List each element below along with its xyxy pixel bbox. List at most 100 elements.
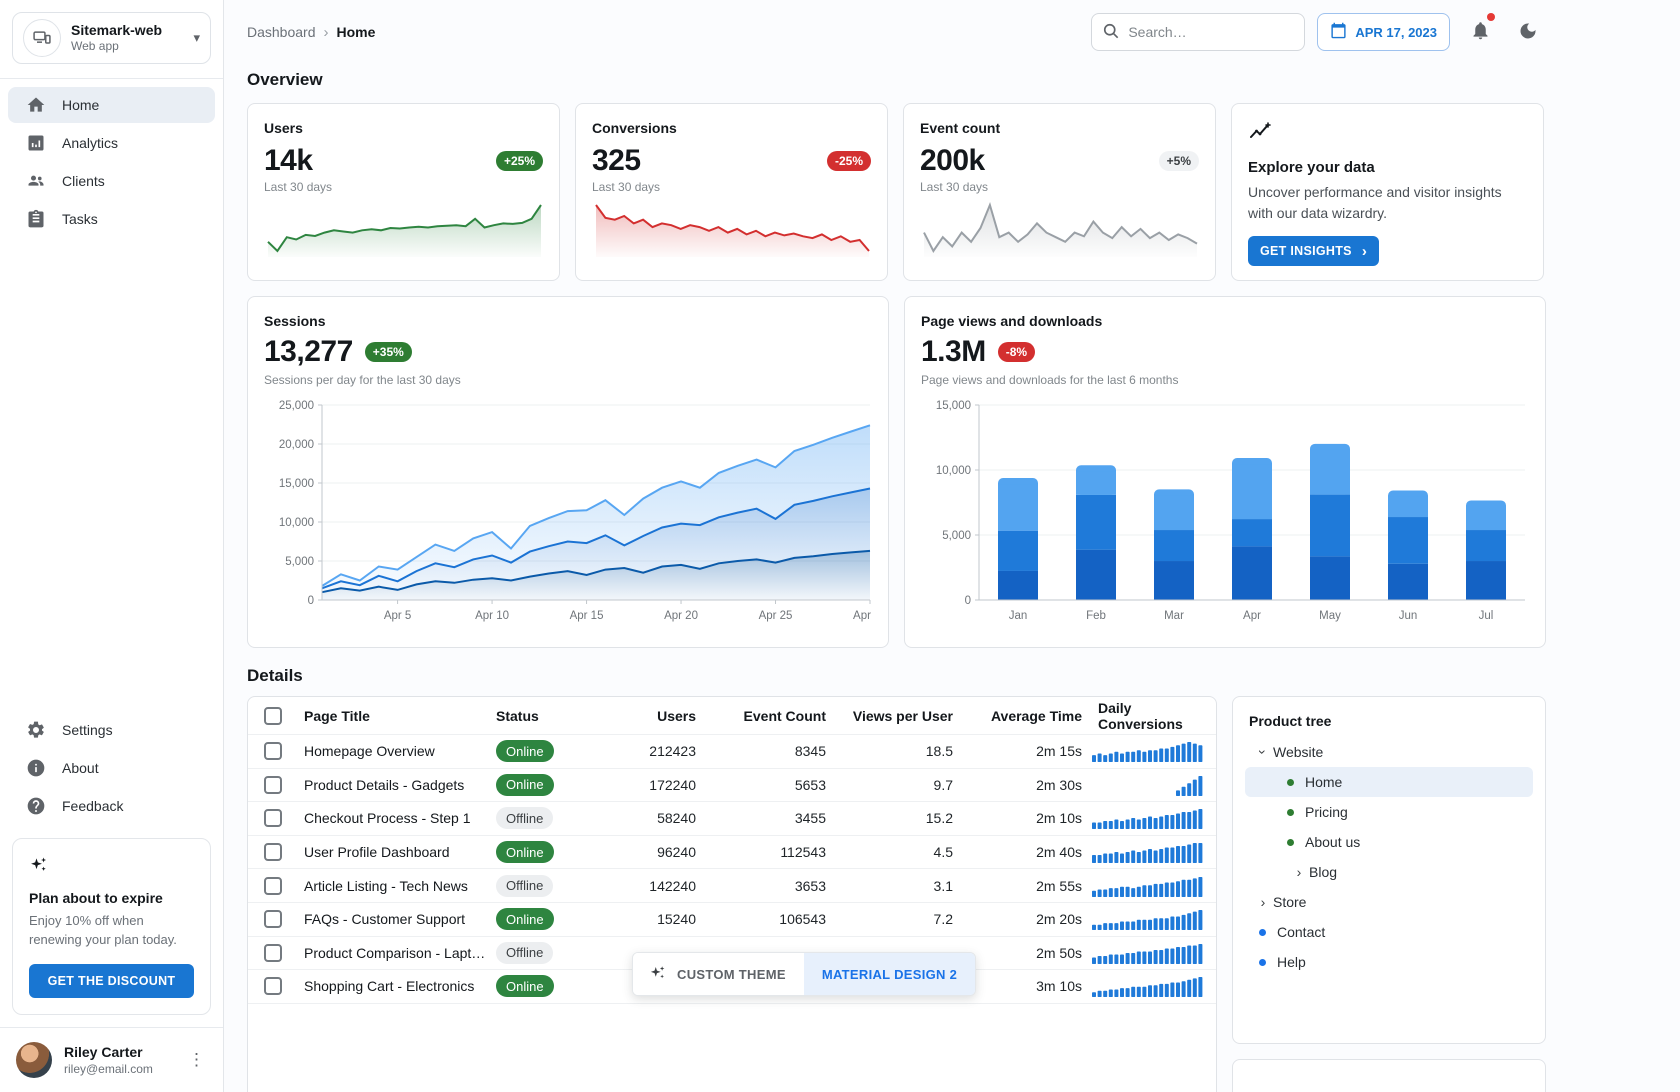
svg-text:20,000: 20,000 [279,439,314,451]
notifications-button[interactable] [1462,14,1498,50]
user-email: riley@email.com [64,1062,153,1076]
tree-item-store[interactable]: ›Store [1245,887,1533,917]
status-badge: Online [496,975,554,997]
bullet-icon [1287,779,1294,786]
stat-card-users: Users14k+25%Last 30 days [247,103,560,281]
cell-users: 212423 [596,743,706,759]
cell-page-title: Product Details - Gadgets [304,777,496,793]
user-name: Riley Carter [64,1044,153,1060]
row-checkbox[interactable] [264,910,282,928]
status-badge: Online [496,908,554,930]
sessions-card: Sessions 13,277 +35% Sessions per day fo… [247,296,889,648]
cell-users: 15240 [596,911,706,927]
tasks-icon [26,209,46,229]
tree-item-about-us[interactable]: About us [1245,827,1533,857]
status-badge: Online [496,841,554,863]
svg-text:Feb: Feb [1086,610,1106,622]
tree-item-blog[interactable]: ›Blog [1245,857,1533,887]
tree-item-home[interactable]: Home [1245,767,1533,797]
dark-mode-toggle[interactable] [1510,14,1546,50]
stat-sparkline [592,195,871,264]
pageviews-change-badge: -8% [998,342,1035,362]
bell-icon [1470,20,1491,44]
cell-page-title: Article Listing - Tech News [304,878,496,894]
date-picker-button[interactable]: APR 17, 2023 [1317,13,1450,51]
product-tree-title: Product tree [1245,713,1533,729]
stat-cards-row: Users14k+25%Last 30 daysConversions325-2… [247,103,1546,281]
stat-value: 200k [920,144,985,178]
sidebar-item-label: Feedback [62,798,123,814]
breadcrumb-dashboard[interactable]: Dashboard [247,24,316,40]
daily-conversions-sparkline [1092,740,1217,762]
col-event-count: Event Count [706,708,836,724]
cell-users: 142240 [596,878,706,894]
sidebar-item-about[interactable]: About [8,750,215,786]
material-design-2-button[interactable]: MATERIAL DESIGN 2 [804,953,975,995]
app-selector[interactable]: Sitemark-web Web app ▾ [12,12,211,64]
cell-views-per-user: 15.2 [836,810,963,826]
get-discount-button[interactable]: GET THE DISCOUNT [29,964,194,998]
get-insights-button[interactable]: GET INSIGHTS› [1248,236,1379,266]
tree-item-label: Pricing [1305,804,1348,820]
sidebar-item-settings[interactable]: Settings [8,712,215,748]
svg-text:Apr 10: Apr 10 [475,610,509,622]
cell-users: 172240 [596,777,706,793]
sparkle-icon [649,964,667,985]
tree-item-label: Help [1277,954,1306,970]
calendar-icon [1330,22,1347,42]
col-average-time: Average Time [963,708,1092,724]
details-heading: Details [247,666,1546,686]
sessions-title: Sessions [264,313,872,329]
cell-average-time: 2m 30s [963,777,1092,793]
custom-theme-button[interactable]: CUSTOM THEME [633,953,804,995]
tree-item-label: Contact [1277,924,1325,940]
cell-page-title: User Profile Dashboard [304,844,496,860]
col-daily-conversions: Daily Conversions [1092,700,1216,732]
stat-change-badge: -25% [827,151,871,171]
user-profile: Riley Carter riley@email.com ⋮ [0,1028,223,1092]
cell-event-count: 3653 [706,878,836,894]
sessions-chart: 05,00010,00015,00020,00025,000Apr 5Apr 1… [264,395,872,640]
cell-average-time: 2m 55s [963,878,1092,894]
details-table: Page TitleStatusUsersEvent CountViews pe… [247,696,1217,1092]
col-users: Users [596,708,706,724]
sidebar-item-feedback[interactable]: Feedback [8,788,215,824]
tree-item-website[interactable]: ›Website [1245,737,1533,767]
sidebar-item-label: Settings [62,722,113,738]
info-icon [26,758,46,778]
table-row: Checkout Process - Step 1Offline58240345… [248,802,1216,836]
row-checkbox[interactable] [264,809,282,827]
sessions-change-badge: +35% [365,342,412,362]
pageviews-caption: Page views and downloads for the last 6 … [921,373,1529,387]
cell-average-time: 2m 50s [963,945,1092,961]
tree-item-pricing[interactable]: Pricing [1245,797,1533,827]
row-checkbox[interactable] [264,843,282,861]
svg-text:Apr 20: Apr 20 [664,610,698,622]
stat-title: Event count [920,120,1199,136]
col-status: Status [496,708,596,724]
bullet-icon [1287,809,1294,816]
sidebar-item-home[interactable]: Home [8,87,215,123]
svg-text:Apr 5: Apr 5 [384,610,412,622]
sidebar-item-clients[interactable]: Clients [8,163,215,199]
breadcrumb-home: Home [337,24,376,40]
stat-title: Users [264,120,543,136]
stat-sparkline [264,195,543,264]
row-checkbox[interactable] [264,977,282,995]
cell-views-per-user: 3.1 [836,878,963,894]
row-checkbox[interactable] [264,742,282,760]
row-checkbox[interactable] [264,944,282,962]
table-header-row: Page TitleStatusUsersEvent CountViews pe… [248,697,1216,735]
daily-conversions-sparkline [1092,942,1217,964]
search-input[interactable] [1091,13,1305,51]
tree-item-contact[interactable]: Contact [1245,917,1533,947]
more-options-icon[interactable]: ⋮ [182,1046,211,1074]
row-checkbox[interactable] [264,877,282,895]
tree-item-help[interactable]: Help [1245,947,1533,977]
select-all-checkbox[interactable] [264,707,282,725]
sidebar-item-analytics[interactable]: Analytics [8,125,215,161]
row-checkbox[interactable] [264,776,282,794]
sidebar: Sitemark-web Web app ▾ HomeAnalyticsClie… [0,0,224,1092]
sidebar-item-tasks[interactable]: Tasks [8,201,215,237]
svg-text:0: 0 [965,595,971,607]
